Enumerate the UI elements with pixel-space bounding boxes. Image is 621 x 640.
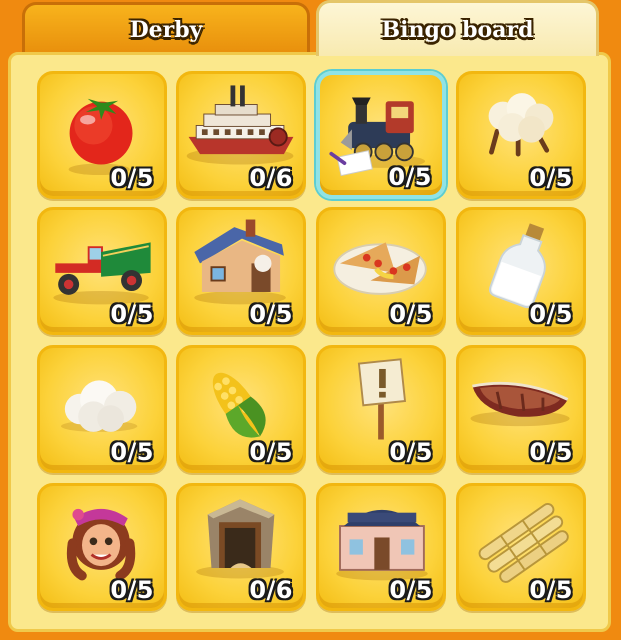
item-progress: 0/5 — [529, 576, 573, 604]
bingo-tile[interactable]: 0/5 — [37, 71, 167, 199]
tab-bar: Derby Bingo board — [0, 0, 621, 60]
item-progress: 0/5 — [249, 438, 293, 466]
bingo-tile[interactable]: 0/5 — [316, 345, 446, 473]
bingo-board: 0/5 0/6 0/5 0/5 0/5 0/5 0/5 0/5 0/5 0/5 … — [8, 52, 611, 632]
item-progress: 0/5 — [529, 300, 573, 328]
bingo-tile[interactable]: 0/5 — [456, 345, 586, 473]
item-progress: 0/5 — [249, 300, 293, 328]
bingo-tile[interactable]: 0/5 — [176, 207, 306, 335]
item-progress: 0/6 — [249, 576, 293, 604]
bingo-tile[interactable]: 0/5 — [456, 71, 586, 199]
item-progress: 0/5 — [388, 163, 432, 191]
item-progress: 0/5 — [110, 438, 154, 466]
item-progress: 0/5 — [389, 438, 433, 466]
item-progress: 0/5 — [110, 576, 154, 604]
bingo-tile[interactable]: 0/5 — [316, 71, 446, 199]
item-progress: 0/5 — [389, 300, 433, 328]
bingo-tile[interactable]: 0/5 — [316, 207, 446, 335]
bingo-tile[interactable]: 0/5 — [37, 483, 167, 611]
bingo-tile[interactable]: 0/5 — [37, 345, 167, 473]
item-progress: 0/6 — [249, 164, 293, 192]
bingo-tile[interactable]: 0/5 — [316, 483, 446, 611]
bingo-tile[interactable]: 0/6 — [176, 483, 306, 611]
item-progress: 0/5 — [110, 300, 154, 328]
bingo-tile[interactable]: 0/5 — [37, 207, 167, 335]
tab-bingo-board-label: Bingo board — [381, 16, 534, 43]
item-progress: 0/5 — [389, 576, 433, 604]
tab-derby[interactable]: Derby — [22, 2, 310, 54]
item-progress: 0/5 — [529, 164, 573, 192]
item-progress: 0/5 — [529, 438, 573, 466]
tab-bingo-board[interactable]: Bingo board — [316, 0, 599, 56]
bingo-tile[interactable]: 0/5 — [456, 207, 586, 335]
bingo-tile[interactable]: 0/5 — [456, 483, 586, 611]
tab-derby-label: Derby — [129, 16, 203, 43]
bingo-tile[interactable]: 0/5 — [176, 345, 306, 473]
item-progress: 0/5 — [110, 164, 154, 192]
bingo-tile[interactable]: 0/6 — [176, 71, 306, 199]
